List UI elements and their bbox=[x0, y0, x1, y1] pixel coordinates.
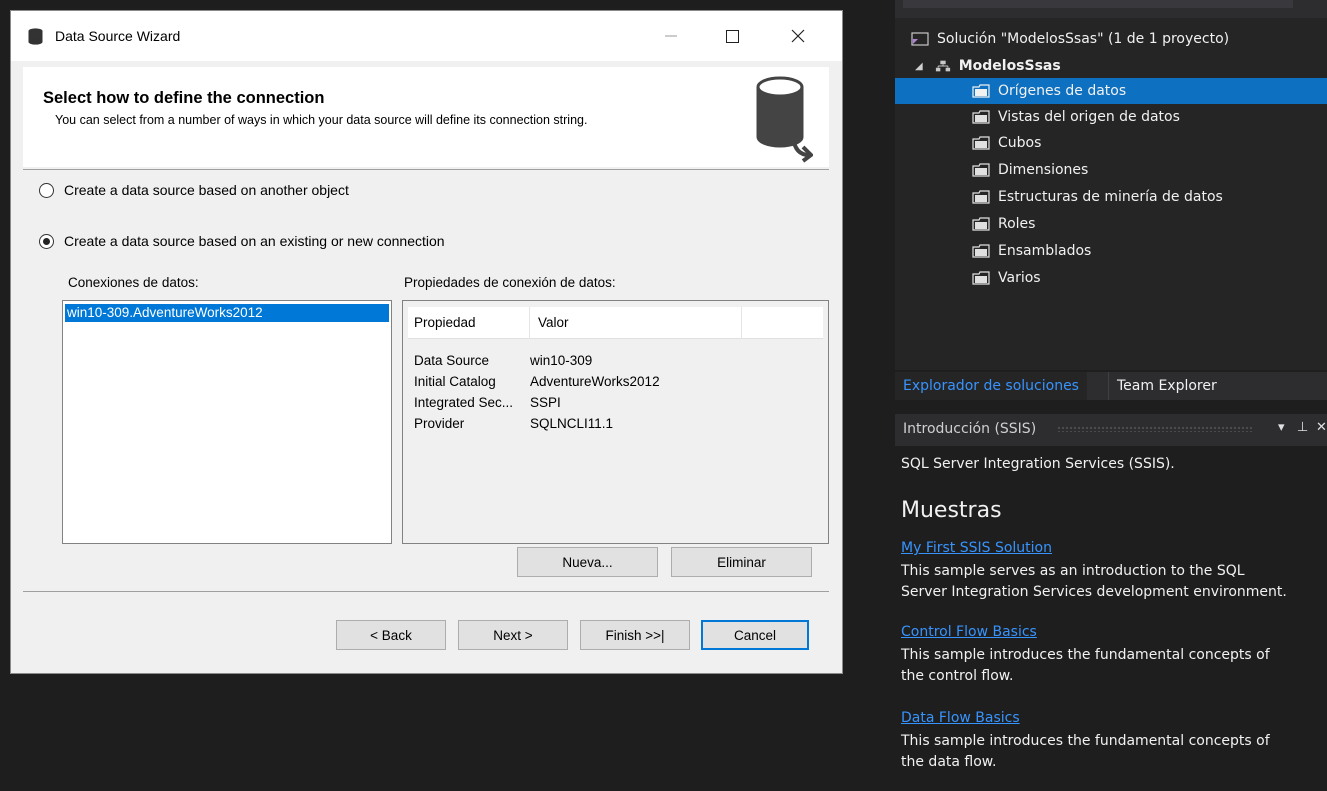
property-value: SQLNCLI11.1 bbox=[530, 416, 614, 431]
wizard-header: Select how to define the connection You … bbox=[23, 67, 829, 167]
tab-solution-explorer[interactable]: Explorador de soluciones bbox=[895, 372, 1087, 400]
sample-description: This sample introduces the fundamental c… bbox=[901, 733, 1270, 749]
dropdown-icon[interactable]: ▾ bbox=[1278, 420, 1285, 435]
page-title: Select how to define the connection bbox=[43, 89, 325, 107]
intro-subtitle: SQL Server Integration Services (SSIS). bbox=[901, 456, 1175, 472]
properties-label: Propiedades de conexión de datos: bbox=[404, 275, 616, 290]
folder-icon bbox=[972, 163, 990, 177]
folder-label: Orígenes de datos bbox=[998, 83, 1127, 99]
tree-item-folder[interactable]: Roles bbox=[895, 211, 1327, 237]
folder-icon bbox=[972, 110, 990, 124]
cancel-button[interactable]: Cancel bbox=[701, 620, 809, 650]
folder-label: Ensamblados bbox=[998, 243, 1092, 259]
close-button[interactable] bbox=[775, 19, 821, 53]
header-grip bbox=[1057, 426, 1253, 432]
sample-description: This sample introduces the fundamental c… bbox=[901, 647, 1270, 663]
folder-label: Roles bbox=[998, 216, 1036, 232]
solution-explorer-toolbar bbox=[895, 0, 1327, 18]
option-other-object[interactable]: Create a data source based on another ob… bbox=[39, 182, 349, 198]
folder-label: Vistas del origen de datos bbox=[998, 109, 1180, 125]
intro-panel-title: Introducción (SSIS) bbox=[903, 421, 1037, 437]
property-key: Data Source bbox=[414, 353, 490, 368]
dialog-titlebar: Data Source Wizard bbox=[11, 11, 842, 61]
new-connection-button[interactable]: Nueva... bbox=[517, 547, 658, 577]
page-description: You can select from a number of ways in … bbox=[55, 113, 588, 127]
next-button[interactable]: Next > bbox=[458, 620, 568, 650]
property-value: AdventureWorks2012 bbox=[530, 374, 660, 389]
property-value: SSPI bbox=[530, 395, 561, 410]
sample-link[interactable]: My First SSIS Solution bbox=[901, 540, 1052, 556]
data-source-wizard-dialog: Data Source Wizard Select how to define … bbox=[10, 10, 843, 674]
folder-label: Estructuras de minería de datos bbox=[998, 189, 1223, 205]
property-key: Initial Catalog bbox=[414, 374, 496, 389]
folder-icon bbox=[972, 136, 990, 150]
explorer-tabs: Explorador de soluciones Team Explorer bbox=[895, 372, 1327, 400]
option-other-object-label: Create a data source based on another ob… bbox=[64, 182, 349, 198]
connections-list[interactable]: win10-309.AdventureWorks2012 bbox=[62, 300, 392, 544]
folder-icon bbox=[972, 217, 990, 231]
property-key: Integrated Sec... bbox=[414, 395, 514, 410]
properties-grid: Propiedad Valor Data Source win10-309 In… bbox=[402, 300, 829, 544]
sample-link[interactable]: Control Flow Basics bbox=[901, 624, 1037, 640]
sample-description: Server Integration Services development … bbox=[901, 584, 1287, 600]
folder-icon bbox=[972, 190, 990, 204]
option-existing-connection-label: Create a data source based on an existin… bbox=[64, 233, 445, 249]
database-arrow-icon bbox=[756, 76, 813, 163]
back-button[interactable]: < Back bbox=[336, 620, 446, 650]
folder-label: Varios bbox=[998, 270, 1041, 286]
solution-label: Solución "ModelosSsas" (1 de 1 proyecto) bbox=[937, 31, 1230, 47]
connections-label: Conexiones de datos: bbox=[68, 275, 199, 290]
close-icon bbox=[791, 29, 805, 43]
close-icon[interactable]: ✕ bbox=[1316, 420, 1327, 435]
folder-icon bbox=[972, 271, 990, 285]
solution-icon bbox=[911, 32, 929, 46]
solution-explorer-tree: Solución "ModelosSsas" (1 de 1 proyecto)… bbox=[895, 18, 1327, 370]
sample-description: the data flow. bbox=[901, 754, 997, 770]
header-separator bbox=[23, 169, 829, 170]
minimize-icon bbox=[665, 35, 677, 37]
intro-panel-content: SQL Server Integration Services (SSIS). … bbox=[895, 446, 1327, 791]
tree-item-folder[interactable]: Estructuras de minería de datos bbox=[895, 184, 1327, 210]
column-header-value: Valor bbox=[530, 307, 742, 339]
intro-panel-header: Introducción (SSIS) ▾ ⊥ ✕ bbox=[895, 414, 1327, 446]
tree-item-folder[interactable]: Cubos bbox=[895, 130, 1327, 156]
tree-item-project[interactable]: ◢ ModelosSsas bbox=[895, 53, 1327, 79]
pin-icon[interactable]: ⊥ bbox=[1297, 420, 1308, 435]
database-icon bbox=[28, 28, 43, 45]
tree-item-folder[interactable]: Ensamblados bbox=[895, 238, 1327, 264]
sample-description: the control flow. bbox=[901, 668, 1014, 684]
samples-heading: Muestras bbox=[901, 498, 1002, 523]
maximize-button[interactable] bbox=[709, 19, 755, 53]
property-value: win10-309 bbox=[530, 353, 593, 368]
radio-other-object[interactable] bbox=[39, 182, 54, 198]
property-key: Provider bbox=[414, 416, 465, 431]
folder-label: Cubos bbox=[998, 135, 1042, 151]
column-header-property: Propiedad bbox=[408, 307, 530, 339]
footer-separator bbox=[23, 591, 829, 592]
project-icon bbox=[935, 60, 950, 72]
folder-icon bbox=[972, 244, 990, 258]
sample-link[interactable]: Data Flow Basics bbox=[901, 710, 1020, 726]
delete-connection-button[interactable]: Eliminar bbox=[671, 547, 812, 577]
tree-item-folder[interactable]: Vistas del origen de datos bbox=[895, 104, 1327, 130]
sample-description: This sample serves as an introduction to… bbox=[901, 563, 1245, 579]
dialog-title: Data Source Wizard bbox=[55, 28, 181, 44]
maximize-icon bbox=[725, 29, 739, 43]
list-item[interactable]: win10-309.AdventureWorks2012 bbox=[65, 304, 389, 322]
folder-label: Dimensiones bbox=[998, 162, 1089, 178]
project-label: ModelosSsas bbox=[958, 58, 1061, 74]
folder-icon bbox=[972, 84, 990, 98]
tree-item-folder[interactable]: Dimensiones bbox=[895, 157, 1327, 183]
tree-item-folder[interactable]: Varios bbox=[895, 265, 1327, 291]
toolbar-strip bbox=[903, 0, 1293, 8]
tree-item-solution[interactable]: Solución "ModelosSsas" (1 de 1 proyecto) bbox=[895, 26, 1327, 52]
properties-header: Propiedad Valor bbox=[408, 307, 823, 339]
finish-button[interactable]: Finish >>| bbox=[580, 620, 690, 650]
radio-existing-connection[interactable] bbox=[39, 233, 54, 249]
tab-team-explorer[interactable]: Team Explorer bbox=[1108, 372, 1225, 400]
tree-item-folder[interactable]: Orígenes de datos bbox=[895, 78, 1327, 104]
option-existing-connection[interactable]: Create a data source based on an existin… bbox=[39, 233, 445, 249]
minimize-button[interactable] bbox=[648, 19, 694, 53]
expand-arrow-icon: ◢ bbox=[915, 60, 923, 72]
